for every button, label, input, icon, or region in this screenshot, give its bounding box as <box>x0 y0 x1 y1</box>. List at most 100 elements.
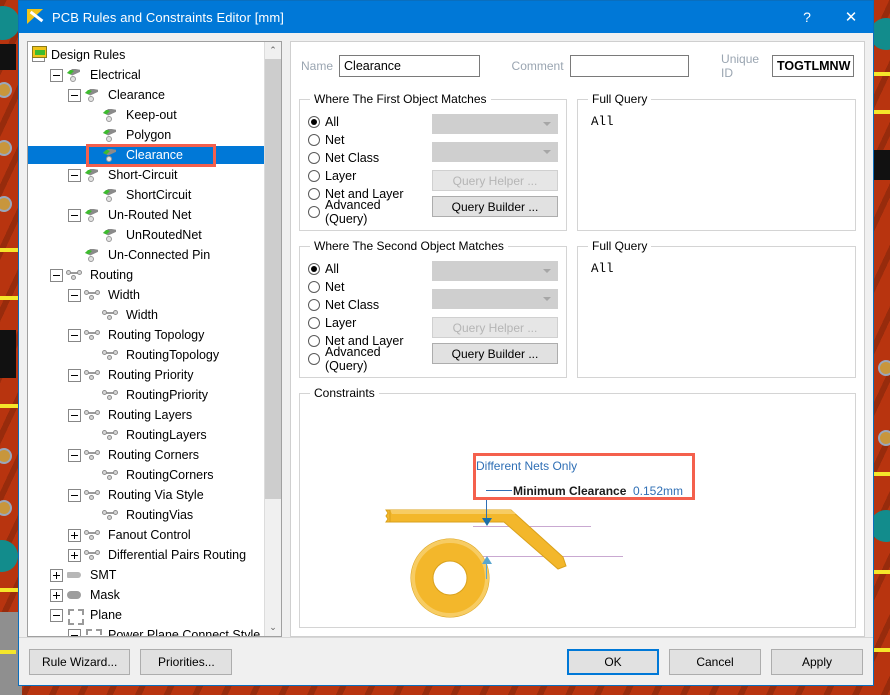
tree-item-routingtopology[interactable]: RoutingTopology <box>28 345 264 365</box>
tree-item-routing-layers[interactable]: Routing Layers <box>28 405 264 425</box>
unique-id-input[interactable]: TOGTLMNW <box>772 55 854 77</box>
first-net-class-combo[interactable] <box>432 142 558 162</box>
first-object-radio-net-class[interactable]: Net Class <box>308 149 426 167</box>
collapse-minus-icon[interactable] <box>68 369 81 382</box>
tree-item-routingvias[interactable]: RoutingVias <box>28 505 264 525</box>
second-object-radio-net[interactable]: Net <box>308 278 426 296</box>
apply-button[interactable]: Apply <box>771 649 863 675</box>
tree-item-mask[interactable]: Mask <box>28 585 264 605</box>
tree-item-unroutednet[interactable]: UnRoutedNet <box>28 225 264 245</box>
second-query-builder-button[interactable]: Query Builder ... <box>432 343 558 364</box>
tree-item-shortcircuit[interactable]: ShortCircuit <box>28 185 264 205</box>
tree-scrollbar-track[interactable] <box>265 59 281 619</box>
first-object-radio-layer[interactable]: Layer <box>308 167 426 185</box>
first-query-builder-button[interactable]: Query Builder ... <box>432 196 558 217</box>
collapse-minus-icon[interactable] <box>50 269 63 282</box>
second-object-radio-advanced-query[interactable]: Advanced (Query) <box>308 350 426 368</box>
tree-item-design-rules[interactable]: Design Rules <box>28 45 264 65</box>
routing-node-icon <box>95 290 100 295</box>
collapse-minus-icon[interactable] <box>68 329 81 342</box>
tree-item-routing-topology[interactable]: Routing Topology <box>28 325 264 345</box>
close-button[interactable]: ✕ <box>829 1 873 33</box>
tree-item-fanout-control[interactable]: Fanout Control <box>28 525 264 545</box>
tree-item-routing-corners[interactable]: Routing Corners <box>28 445 264 465</box>
routing-node-icon <box>107 435 112 440</box>
first-object-radio-all[interactable]: All <box>308 113 426 131</box>
expand-plus-icon[interactable] <box>50 589 63 602</box>
first-object-radio-group[interactable]: AllNetNet ClassLayerNet and LayerAdvance… <box>308 112 426 222</box>
routing-rule-icon <box>102 348 119 363</box>
scroll-down-arrow-icon[interactable]: ⌄ <box>265 619 281 636</box>
rule-wizard-button[interactable]: Rule Wizard... <box>29 649 130 675</box>
help-button[interactable]: ? <box>785 1 829 33</box>
collapse-minus-icon[interactable] <box>50 609 63 622</box>
tree-item-routinglayers[interactable]: RoutingLayers <box>28 425 264 445</box>
collapse-minus-icon[interactable] <box>68 409 81 422</box>
tree-scrollbar[interactable]: ⌃ ⌄ <box>264 42 281 636</box>
tree-item-keep-out[interactable]: Keep-out <box>28 105 264 125</box>
tree-item-un-routed-net[interactable]: Un-Routed Net <box>28 205 264 225</box>
first-object-radio-net[interactable]: Net <box>308 131 426 149</box>
tree-item-clearance[interactable]: Clearance <box>28 85 264 105</box>
second-object-radio-all[interactable]: All <box>308 260 426 278</box>
second-query-helper-button[interactable]: Query Helper ... <box>432 317 558 338</box>
tree-item-width[interactable]: Width <box>28 285 264 305</box>
second-net-combo[interactable] <box>432 261 558 281</box>
tree-item-routingcorners[interactable]: RoutingCorners <box>28 465 264 485</box>
second-net-class-combo[interactable] <box>432 289 558 309</box>
minimum-clearance-value[interactable]: 0.152mm <box>633 484 683 498</box>
collapse-minus-icon[interactable] <box>68 89 81 102</box>
second-object-radio-layer[interactable]: Layer <box>308 314 426 332</box>
tree-item-electrical[interactable]: Electrical <box>28 65 264 85</box>
collapse-minus-icon[interactable] <box>68 289 81 302</box>
tree-item-short-circuit[interactable]: Short-Circuit <box>28 165 264 185</box>
collapse-minus-icon[interactable] <box>68 489 81 502</box>
routing-node-icon <box>89 335 94 340</box>
scroll-up-arrow-icon[interactable]: ⌃ <box>265 42 281 59</box>
collapse-minus-icon[interactable] <box>68 209 81 222</box>
design-rules-tree[interactable]: Design RulesElectricalClearanceKeep-outP… <box>28 42 264 636</box>
tree-item-width[interactable]: Width <box>28 305 264 325</box>
radio-button-icon <box>308 116 320 128</box>
expand-plus-icon[interactable] <box>68 529 81 542</box>
tree-item-routing-via-style[interactable]: Routing Via Style <box>28 485 264 505</box>
window-title: PCB Rules and Constraints Editor [mm] <box>52 10 284 25</box>
priorities-button[interactable]: Priorities... <box>140 649 232 675</box>
first-object-radio-advanced-query[interactable]: Advanced (Query) <box>308 203 426 221</box>
collapse-minus-icon[interactable] <box>68 449 81 462</box>
collapse-minus-icon[interactable] <box>68 169 81 182</box>
collapse-minus-icon[interactable] <box>68 629 81 637</box>
second-object-radio-net-class[interactable]: Net Class <box>308 296 426 314</box>
tree-item-un-connected-pin[interactable]: Un-Connected Pin <box>28 245 264 265</box>
constraints-diagram: Different Nets Only Minimum Clearance 0.… <box>308 406 847 619</box>
tree-item-differential-pairs-routing[interactable]: Differential Pairs Routing <box>28 545 264 565</box>
expand-plus-icon[interactable] <box>68 549 81 562</box>
first-net-combo[interactable] <box>432 114 558 134</box>
tree-item-label: SMT <box>87 568 119 583</box>
tree-item-label: Routing Via Style <box>105 488 207 503</box>
ok-button[interactable]: OK <box>567 649 659 675</box>
tree-item-routingpriority[interactable]: RoutingPriority <box>28 385 264 405</box>
tree-item-routing[interactable]: Routing <box>28 265 264 285</box>
tree-item-plane[interactable]: Plane <box>28 605 264 625</box>
tree-scrollbar-thumb[interactable] <box>265 59 281 499</box>
second-object-radio-group[interactable]: AllNetNet ClassLayerNet and LayerAdvance… <box>308 259 426 369</box>
electrical-rule-icon <box>84 168 101 183</box>
tree-item-power-plane-connect-style[interactable]: Power Plane Connect Style <box>28 625 264 636</box>
name-input[interactable]: Clearance <box>339 55 480 77</box>
second-full-query-text[interactable]: All <box>586 259 847 355</box>
first-query-helper-button[interactable]: Query Helper ... <box>432 170 558 191</box>
tree-item-routing-priority[interactable]: Routing Priority <box>28 365 264 385</box>
routing-node-icon <box>95 550 100 555</box>
pcb-ruler-icon <box>27 8 45 26</box>
routing-rule-icon <box>84 488 101 503</box>
rule-editor-content: Name Clearance Comment Unique ID TOGTLMN… <box>290 41 865 637</box>
tree-item-polygon[interactable]: Polygon <box>28 125 264 145</box>
expand-plus-icon[interactable] <box>50 569 63 582</box>
collapse-minus-icon[interactable] <box>50 69 63 82</box>
first-full-query-text[interactable]: All <box>586 112 847 208</box>
tree-item-smt[interactable]: SMT <box>28 565 264 585</box>
comment-input[interactable] <box>570 55 689 77</box>
tree-item-clearance[interactable]: Clearance <box>28 145 264 165</box>
cancel-button[interactable]: Cancel <box>669 649 761 675</box>
